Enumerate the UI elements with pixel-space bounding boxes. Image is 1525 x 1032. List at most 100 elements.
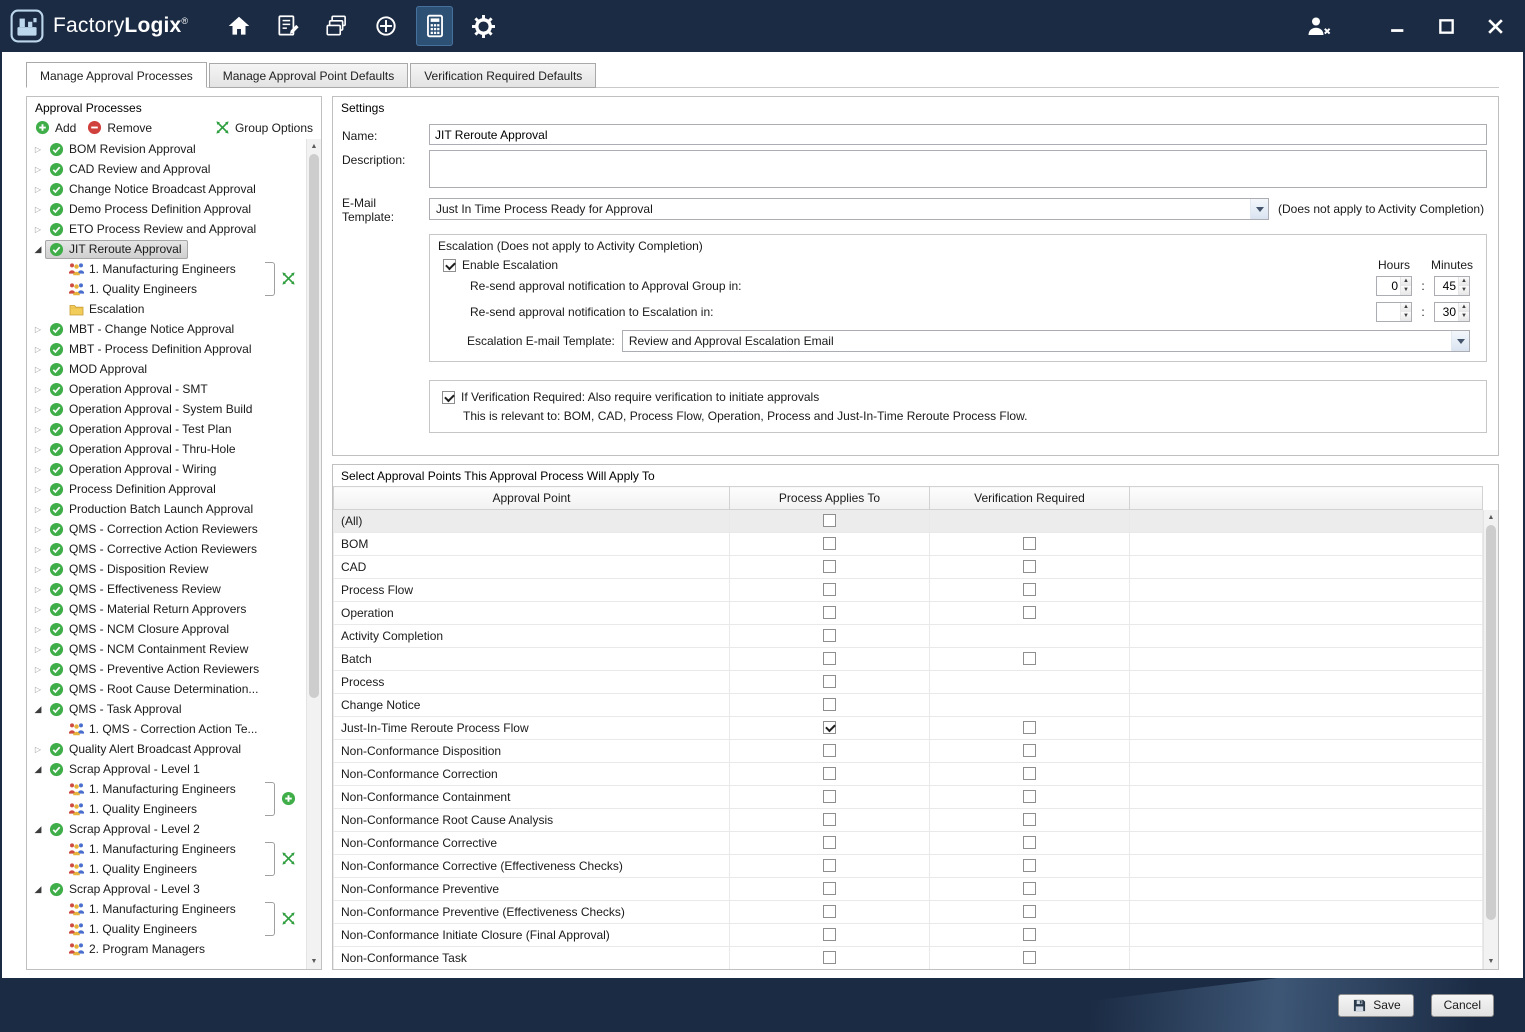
process-applies-checkbox[interactable] bbox=[823, 537, 836, 550]
expand-arrow-icon[interactable]: ▷ bbox=[31, 225, 45, 234]
spin-down-icon[interactable]: ▼ bbox=[1401, 286, 1411, 295]
scroll-up-icon[interactable]: ▲ bbox=[307, 139, 321, 154]
tree-item-process-definition-approval[interactable]: ▷Process Definition Approval bbox=[27, 479, 306, 499]
tree-item-cad-review-and-approval[interactable]: ▷CAD Review and Approval bbox=[27, 159, 306, 179]
expand-arrow-icon[interactable]: ▷ bbox=[31, 465, 45, 474]
tree-item-operation-approval-wiring[interactable]: ▷Operation Approval - Wiring bbox=[27, 459, 306, 479]
tree-item-qms-ncm-containment-review[interactable]: ▷QMS - NCM Containment Review bbox=[27, 639, 306, 659]
tree-item-mbt-process-definition-approval[interactable]: ▷MBT - Process Definition Approval bbox=[27, 339, 306, 359]
tree-item-qms-task-approval[interactable]: ◢QMS - Task Approval bbox=[27, 699, 306, 719]
expand-arrow-icon[interactable]: ▷ bbox=[31, 345, 45, 354]
spin-down-icon[interactable]: ▼ bbox=[1401, 312, 1411, 321]
tree-item-1-quality-engineers[interactable]: 1. Quality Engineers bbox=[27, 279, 306, 299]
minutes-spinner-input[interactable] bbox=[1435, 277, 1458, 295]
column-header-process-applies-to[interactable]: Process Applies To bbox=[730, 487, 930, 510]
verification-required-checkbox[interactable] bbox=[1023, 537, 1036, 550]
spin-up-icon[interactable]: ▲ bbox=[1459, 303, 1469, 312]
tree-item-1-manufacturing-engineers[interactable]: 1. Manufacturing Engineers bbox=[27, 259, 306, 279]
enable-escalation-checkbox[interactable] bbox=[443, 259, 456, 272]
process-applies-checkbox[interactable] bbox=[823, 928, 836, 941]
tree-item-operation-approval-system-build[interactable]: ▷Operation Approval - System Build bbox=[27, 399, 306, 419]
expand-arrow-icon[interactable]: ▷ bbox=[31, 685, 45, 694]
scrollbar-thumb[interactable] bbox=[309, 154, 319, 698]
verification-required-checkbox[interactable] bbox=[442, 391, 455, 404]
verification-required-checkbox[interactable] bbox=[1023, 928, 1036, 941]
table-scrollbar[interactable]: ▲ ▼ bbox=[1483, 510, 1498, 969]
verification-required-checkbox[interactable] bbox=[1023, 583, 1036, 596]
expand-arrow-icon[interactable]: ▷ bbox=[31, 205, 45, 214]
tree-item-scrap-approval-level-1[interactable]: ◢Scrap Approval - Level 1 bbox=[27, 759, 306, 779]
approvals-section-icon[interactable] bbox=[416, 6, 453, 46]
verification-required-checkbox[interactable] bbox=[1023, 790, 1036, 803]
tree-item-mbt-change-notice-approval[interactable]: ▷MBT - Change Notice Approval bbox=[27, 319, 306, 339]
minutes-spinner-input[interactable] bbox=[1435, 303, 1458, 321]
process-applies-checkbox[interactable] bbox=[823, 744, 836, 757]
collapse-arrow-icon[interactable]: ◢ bbox=[31, 764, 45, 775]
tree-item-qms-effectiveness-review[interactable]: ▷QMS - Effectiveness Review bbox=[27, 579, 306, 599]
expand-arrow-icon[interactable]: ▷ bbox=[31, 545, 45, 554]
collapse-arrow-icon[interactable]: ◢ bbox=[31, 704, 45, 715]
expand-arrow-icon[interactable]: ▷ bbox=[31, 405, 45, 414]
process-applies-checkbox[interactable] bbox=[823, 514, 836, 527]
tree-item-operation-approval-thru-hole[interactable]: ▷Operation Approval - Thru-Hole bbox=[27, 439, 306, 459]
target-icon[interactable] bbox=[367, 6, 404, 46]
verification-required-checkbox[interactable] bbox=[1023, 767, 1036, 780]
collapse-arrow-icon[interactable]: ◢ bbox=[31, 824, 45, 835]
hours-spinner[interactable]: ▲▼ bbox=[1376, 276, 1412, 296]
minutes-spinner[interactable]: ▲▼ bbox=[1434, 276, 1470, 296]
process-applies-checkbox[interactable] bbox=[823, 882, 836, 895]
tree-item-operation-approval-test-plan[interactable]: ▷Operation Approval - Test Plan bbox=[27, 419, 306, 439]
tree-item-1-quality-engineers[interactable]: 1. Quality Engineers bbox=[27, 919, 306, 939]
process-applies-checkbox[interactable] bbox=[823, 629, 836, 642]
expand-arrow-icon[interactable]: ▷ bbox=[31, 145, 45, 154]
collapse-arrow-icon[interactable]: ◢ bbox=[31, 244, 45, 255]
remove-button[interactable]: Remove bbox=[86, 120, 152, 135]
tree-item-change-notice-broadcast-approval[interactable]: ▷Change Notice Broadcast Approval bbox=[27, 179, 306, 199]
spin-up-icon[interactable]: ▲ bbox=[1401, 277, 1411, 286]
dropdown-arrow-icon[interactable] bbox=[1250, 199, 1268, 219]
hours-spinner[interactable]: ▲▼ bbox=[1376, 302, 1412, 322]
description-input[interactable] bbox=[429, 150, 1487, 188]
tree-item-qms-material-return-approvers[interactable]: ▷QMS - Material Return Approvers bbox=[27, 599, 306, 619]
tree-item-operation-approval-smt[interactable]: ▷Operation Approval - SMT bbox=[27, 379, 306, 399]
verification-required-checkbox[interactable] bbox=[1023, 813, 1036, 826]
spin-up-icon[interactable]: ▲ bbox=[1459, 277, 1469, 286]
expand-arrow-icon[interactable]: ▷ bbox=[31, 385, 45, 394]
verification-required-checkbox[interactable] bbox=[1023, 652, 1036, 665]
verification-required-checkbox[interactable] bbox=[1023, 905, 1036, 918]
scroll-down-icon[interactable]: ▼ bbox=[1484, 954, 1498, 969]
expand-arrow-icon[interactable]: ▷ bbox=[31, 165, 45, 174]
expand-arrow-icon[interactable]: ▷ bbox=[31, 365, 45, 374]
expand-arrow-icon[interactable]: ▷ bbox=[31, 625, 45, 634]
verification-required-checkbox[interactable] bbox=[1023, 859, 1036, 872]
expand-arrow-icon[interactable]: ▷ bbox=[31, 565, 45, 574]
tree-item-demo-process-definition-approval[interactable]: ▷Demo Process Definition Approval bbox=[27, 199, 306, 219]
verification-required-checkbox[interactable] bbox=[1023, 560, 1036, 573]
cancel-button[interactable]: Cancel bbox=[1431, 994, 1494, 1017]
spin-down-icon[interactable]: ▼ bbox=[1459, 286, 1469, 295]
tree-item-1-qms-correction-action-te[interactable]: 1. QMS - Correction Action Te... bbox=[27, 719, 306, 739]
tree-item-1-manufacturing-engineers[interactable]: 1. Manufacturing Engineers bbox=[27, 899, 306, 919]
scrollbar-thumb[interactable] bbox=[1486, 525, 1496, 920]
expand-arrow-icon[interactable]: ▷ bbox=[31, 325, 45, 334]
expand-arrow-icon[interactable]: ▷ bbox=[31, 485, 45, 494]
minimize-button[interactable] bbox=[1383, 12, 1411, 40]
tree-item-qms-disposition-review[interactable]: ▷QMS - Disposition Review bbox=[27, 559, 306, 579]
scroll-up-icon[interactable]: ▲ bbox=[1484, 510, 1498, 525]
home-icon[interactable] bbox=[220, 6, 257, 46]
scroll-down-icon[interactable]: ▼ bbox=[307, 954, 321, 969]
process-applies-checkbox[interactable] bbox=[823, 859, 836, 872]
tree-item-eto-process-review-and-approval[interactable]: ▷ETO Process Review and Approval bbox=[27, 219, 306, 239]
verification-required-checkbox[interactable] bbox=[1023, 606, 1036, 619]
tree-item-scrap-approval-level-3[interactable]: ◢Scrap Approval - Level 3 bbox=[27, 879, 306, 899]
verification-required-checkbox[interactable] bbox=[1023, 836, 1036, 849]
expand-arrow-icon[interactable]: ▷ bbox=[31, 745, 45, 754]
process-applies-checkbox[interactable] bbox=[823, 790, 836, 803]
verification-required-checkbox[interactable] bbox=[1023, 744, 1036, 757]
expand-arrow-icon[interactable]: ▷ bbox=[31, 445, 45, 454]
user-logout-icon[interactable] bbox=[1304, 12, 1332, 40]
expand-arrow-icon[interactable]: ▷ bbox=[31, 645, 45, 654]
hours-spinner-input[interactable] bbox=[1377, 277, 1400, 295]
tree-item-production-batch-launch-approval[interactable]: ▷Production Batch Launch Approval bbox=[27, 499, 306, 519]
column-header-approval-point[interactable]: Approval Point bbox=[334, 487, 730, 510]
